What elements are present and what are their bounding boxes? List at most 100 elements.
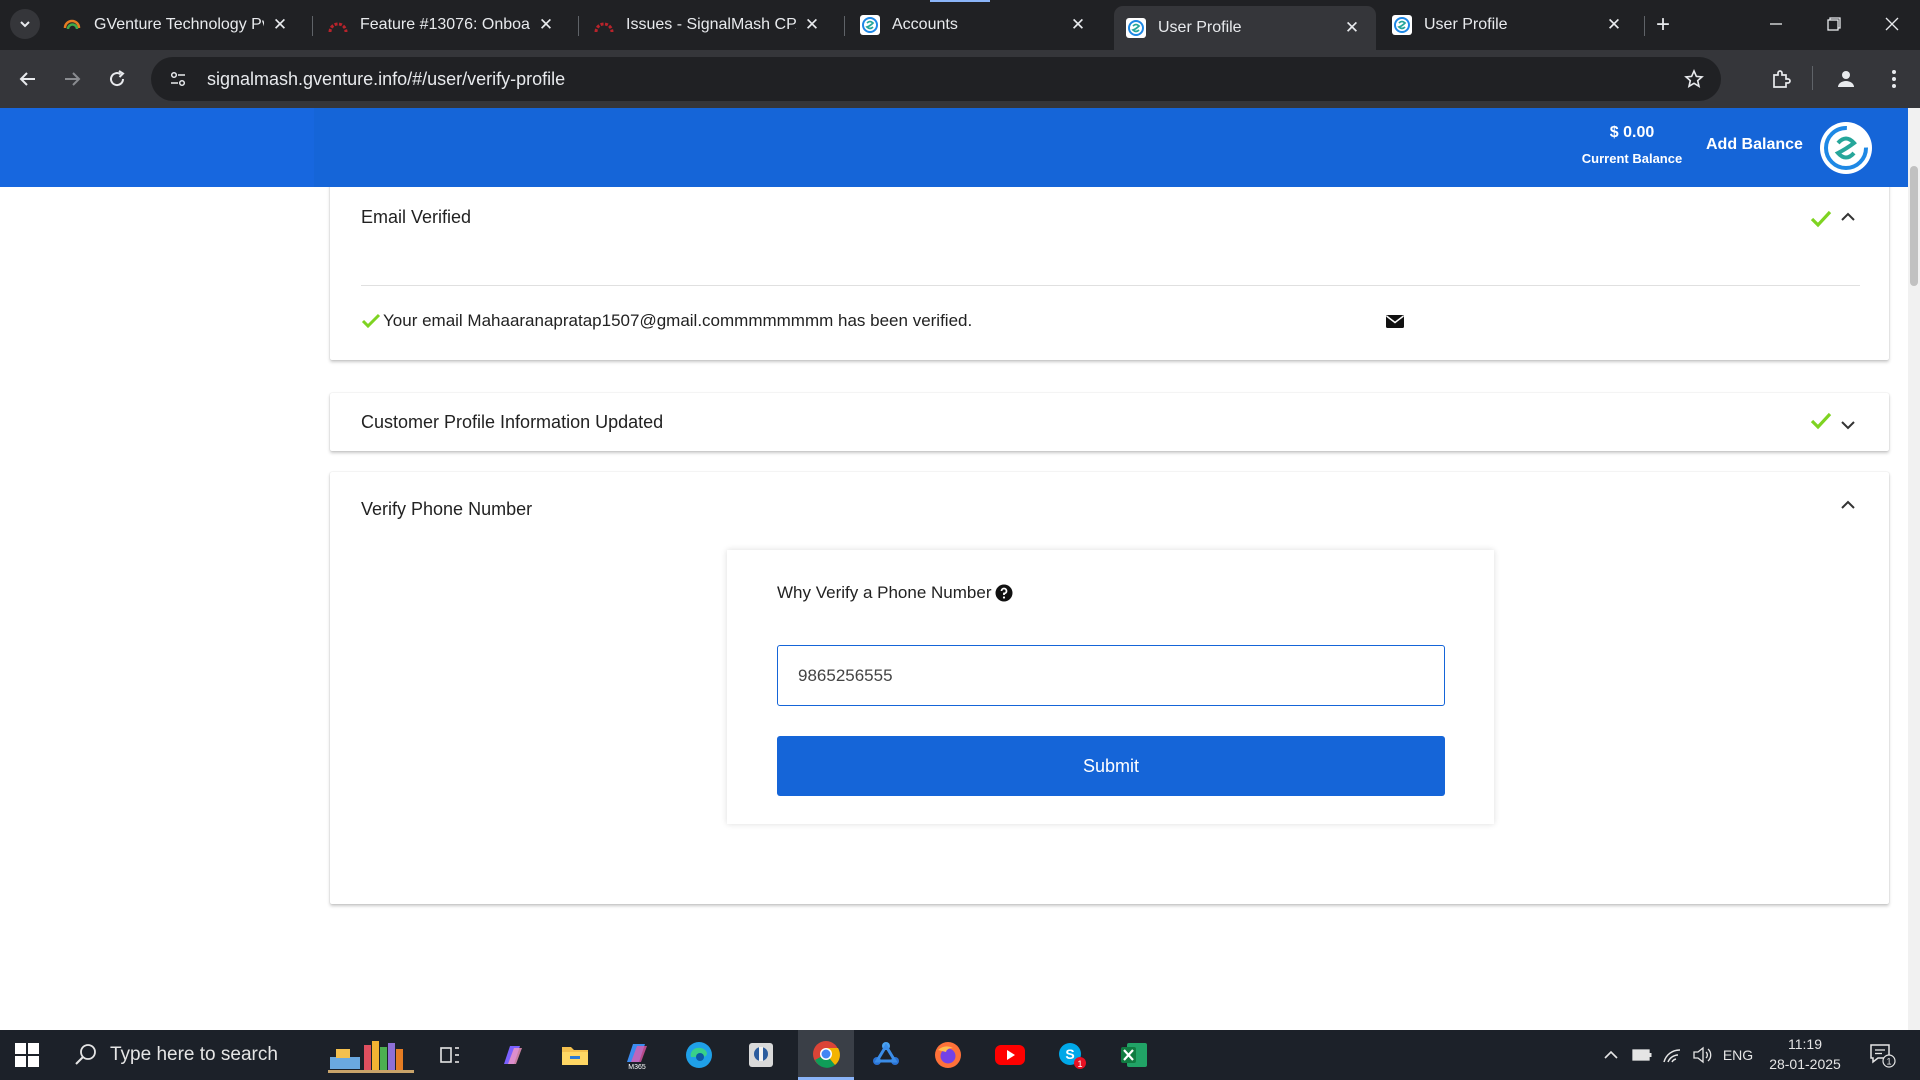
taskbar-app-blue[interactable] [861,1030,911,1080]
app-icon [873,1042,899,1065]
taskbar-clock[interactable]: 11:19 28-01-2025 [1760,1034,1850,1074]
taskbar-firefox[interactable] [923,1030,973,1080]
notification-center-button[interactable]: 1 [1862,1030,1902,1080]
address-bar[interactable]: signalmash.gventure.info/#/user/verify-p… [151,57,1721,101]
search-icon [75,1044,96,1065]
taskbar-chrome[interactable] [798,1030,854,1080]
signalmash-icon [1126,18,1146,38]
close-window-button[interactable] [1872,8,1912,40]
phone-verification-card: Why Verify a Phone Number Submit [727,550,1494,824]
close-icon[interactable]: ✕ [270,15,290,35]
close-icon[interactable]: ✕ [1068,15,1088,35]
battery-icon [1632,1049,1652,1061]
close-icon[interactable]: ✕ [802,15,822,35]
minimize-button[interactable] [1756,8,1796,40]
taskbar-search[interactable]: Type here to search [62,1030,312,1080]
browser-tab[interactable]: Accounts ✕ [848,6,1102,44]
header-sidebar-area [0,108,314,187]
divider [361,285,1860,286]
chevron-up-icon[interactable] [1838,207,1858,227]
taskbar-excel[interactable] [1109,1030,1159,1080]
speaker-icon [1693,1046,1712,1064]
browser-tab[interactable]: GVenture Technology Pvt. Ltd ✕ [50,6,304,44]
question-circle-icon[interactable] [995,584,1013,602]
envelope-icon [1386,315,1404,328]
signalmash-icon [860,15,880,35]
chrome-icon [813,1040,840,1068]
profile-button[interactable] [1830,63,1862,95]
page-scrollbar[interactable] [1908,108,1920,1030]
new-tab-button[interactable]: + [1650,11,1676,38]
why-verify-text: Why Verify a Phone Number [777,583,992,602]
chevron-down-icon [20,21,30,28]
tab-separator [844,16,845,36]
browser-menu-button[interactable] [1878,63,1910,95]
puzzle-icon [1773,70,1791,88]
taskbar-skype[interactable]: S1 [1047,1030,1097,1080]
reload-icon [110,70,125,87]
bookmark-star-icon[interactable] [1681,66,1707,92]
close-icon[interactable]: ✕ [1604,15,1624,35]
active-indicator [930,0,990,2]
browser-tab[interactable]: Issues - SignalMash CPAAS ✕ [582,6,836,44]
clock-time: 11:19 [1788,1036,1822,1052]
add-balance-button[interactable]: Add Balance [1706,136,1803,154]
tray-network[interactable] [1658,1030,1686,1080]
extensions-button[interactable] [1765,63,1797,95]
taskbar-youtube[interactable] [985,1030,1035,1080]
svg-text:S: S [1065,1046,1074,1062]
browser-tab[interactable]: User Profile ✕ [1380,6,1638,44]
scrollbar-thumb[interactable] [1910,166,1918,286]
main-content: Email Verified Your email Mahaaranaprata… [0,187,1908,1030]
tab-title: Feature #13076: Onboarding [360,16,530,33]
tab-separator [578,16,579,36]
tab-search-button[interactable] [10,9,40,39]
taskbar-app[interactable] [736,1030,786,1080]
tray-overflow-button[interactable] [1598,1030,1624,1080]
check-icon [1810,210,1832,228]
tray-volume[interactable] [1688,1030,1716,1080]
app-icon [749,1043,773,1067]
skype-icon: S1 [1059,1043,1086,1069]
books-icon [328,1041,414,1073]
forward-button[interactable] [56,63,88,95]
taskbar-edge[interactable] [674,1030,724,1080]
youtube-icon [995,1045,1025,1065]
taskbar-copilot[interactable] [488,1030,538,1080]
skype-badge: 1 [1077,1059,1082,1069]
reload-button[interactable] [101,63,133,95]
site-settings-icon[interactable] [163,64,193,94]
browser-tab-active[interactable]: User Profile ✕ [1114,6,1376,50]
submit-button[interactable]: Submit [777,736,1445,796]
email-verified-message: Your email Mahaaranapratap1507@gmail.com… [361,311,972,331]
chevron-down-icon[interactable] [1838,415,1858,435]
browser-toolbar: signalmash.gventure.info/#/user/verify-p… [0,50,1920,108]
search-placeholder: Type here to search [110,1044,278,1065]
taskbar-task-view[interactable] [425,1030,475,1080]
tray-language[interactable]: ENG [1718,1030,1758,1080]
tab-title: GVenture Technology Pvt. Ltd [94,16,264,33]
close-icon[interactable]: ✕ [536,15,556,35]
gventure-icon [62,15,82,35]
restore-icon [1827,17,1841,31]
app-header: $ 0.00 Current Balance Add Balance [0,108,1908,187]
close-icon[interactable]: ✕ [1342,18,1362,38]
user-avatar-logo[interactable] [1820,122,1872,174]
why-verify-label: Why Verify a Phone Number [777,583,1013,603]
taskbar-m365[interactable]: M365 [612,1030,662,1080]
chevron-up-icon[interactable] [1838,495,1858,515]
tray-battery[interactable] [1628,1030,1656,1080]
taskbar-file-explorer[interactable] [550,1030,600,1080]
restore-button[interactable] [1814,8,1854,40]
balance-amount: $ 0.00 [1609,124,1655,141]
back-button[interactable] [12,63,44,95]
check-icon [361,313,381,329]
firefox-icon [935,1042,961,1068]
customer-profile-panel[interactable]: Customer Profile Information Updated [330,393,1889,451]
tab-title: User Profile [1424,16,1508,33]
phone-number-input[interactable] [777,645,1445,706]
windows-taskbar: Type here to search M365 S1 ENG 11:19 28… [0,1030,1920,1080]
taskbar-widget-books[interactable] [322,1030,422,1080]
windows-start-icon[interactable] [14,1042,40,1068]
browser-tab[interactable]: Feature #13076: Onboarding ✕ [316,6,570,44]
